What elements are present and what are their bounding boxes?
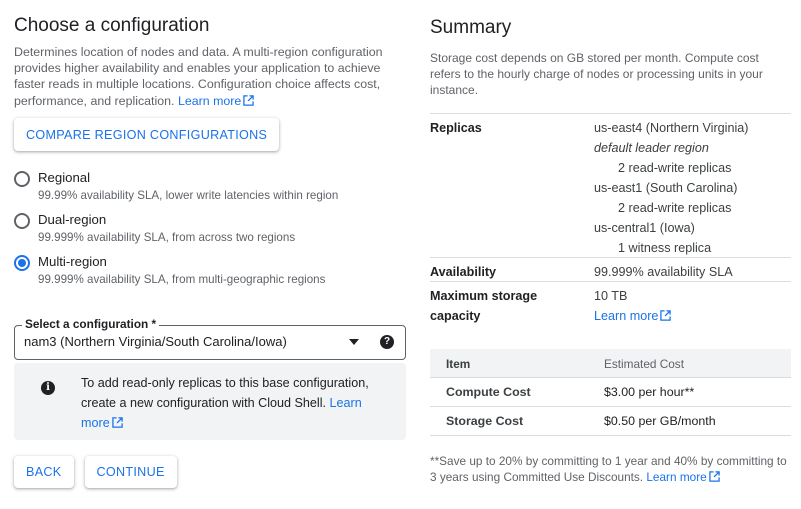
row-cost: $0.50 per GB/month bbox=[604, 414, 716, 428]
radio-sublabel: 99.999% availability SLA, from across tw… bbox=[38, 231, 296, 244]
replica-count: 2 read-write replicas bbox=[618, 161, 732, 175]
radio-regional[interactable] bbox=[14, 171, 30, 187]
radio-dual-region[interactable] bbox=[14, 213, 30, 229]
configuration-description: Determines location of nodes and data. A… bbox=[14, 45, 383, 108]
cost-footnote: **Save up to 20% by committing to 1 year… bbox=[430, 454, 787, 484]
external-link-icon bbox=[708, 471, 720, 482]
radio-label: Regional bbox=[38, 170, 91, 185]
summary-description: Storage cost depends on GB stored per mo… bbox=[430, 51, 763, 97]
back-button[interactable]: BACK bbox=[14, 456, 74, 488]
radio-sublabel: 99.999% availability SLA, from multi-geo… bbox=[38, 273, 326, 286]
continue-button[interactable]: CONTINUE bbox=[84, 456, 177, 488]
availability-row: Availability 99.999% availability SLA bbox=[430, 257, 791, 281]
info-banner: i To add read-only replicas to this base… bbox=[14, 363, 406, 440]
radio-label: Dual-region bbox=[38, 212, 107, 227]
cost-table: Item Estimated Cost Compute Cost $3.00 p… bbox=[430, 349, 791, 436]
replica-region: us-central1 (Iowa) bbox=[594, 221, 695, 235]
select-value[interactable]: nam3 (Northern Virginia/South Carolina/I… bbox=[24, 333, 287, 350]
radio-option-dual-region[interactable]: Dual-region 99.999% availability SLA, fr… bbox=[14, 211, 406, 253]
replicas-value: us-east4 (Northern Virginia) default lea… bbox=[594, 118, 748, 258]
leader-note: default leader region bbox=[594, 141, 709, 155]
table-row: Storage Cost $0.50 per GB/month bbox=[430, 407, 791, 436]
storage-value: 10 TB Learn more bbox=[594, 286, 672, 326]
availability-value: 99.999% availability SLA bbox=[594, 265, 733, 279]
radio-label: Multi-region bbox=[38, 254, 107, 269]
external-link-icon bbox=[243, 94, 255, 106]
table-row: Compute Cost $3.00 per hour** bbox=[430, 378, 791, 407]
summary-panel: Summary Storage cost depends on GB store… bbox=[430, 16, 791, 484]
learn-more-link[interactable]: Learn more bbox=[178, 94, 255, 108]
replica-region: us-east1 (South Carolina) bbox=[594, 181, 738, 195]
help-icon[interactable]: ? bbox=[380, 335, 394, 349]
footnote-learn-more-link[interactable]: Learn more bbox=[646, 470, 720, 484]
external-link-icon bbox=[660, 310, 672, 321]
info-text: To add read-only replicas to this base c… bbox=[81, 376, 369, 430]
availability-key: Availability bbox=[430, 265, 497, 279]
replicas-row: Replicas us-east4 (Northern Virginia) de… bbox=[430, 113, 791, 268]
replica-count: 1 witness replica bbox=[618, 241, 712, 255]
replicas-key: Replicas bbox=[430, 121, 482, 135]
page-title: Choose a configuration bbox=[14, 15, 210, 36]
external-link-icon bbox=[111, 417, 123, 428]
row-item: Compute Cost bbox=[446, 385, 531, 399]
replica-region: us-east4 (Northern Virginia) bbox=[594, 121, 749, 135]
summary-title: Summary bbox=[430, 17, 512, 38]
configuration-select[interactable]: Select a configuration * nam3 (Northern … bbox=[14, 317, 406, 360]
radio-sublabel: 99.99% availability SLA, lower write lat… bbox=[38, 189, 339, 202]
action-buttons: BACK CONTINUE bbox=[14, 456, 177, 488]
row-cost: $3.00 per hour** bbox=[604, 385, 695, 399]
storage-learn-more-link[interactable]: Learn more bbox=[594, 309, 672, 323]
radio-option-regional[interactable]: Regional 99.99% availability SLA, lower … bbox=[14, 169, 406, 211]
replica-count: 2 read-write replicas bbox=[618, 201, 732, 215]
dropdown-arrow-icon[interactable] bbox=[349, 339, 359, 345]
header-estimated-cost: Estimated Cost bbox=[604, 357, 684, 371]
radio-multi-region[interactable] bbox=[14, 255, 30, 271]
row-item: Storage Cost bbox=[446, 414, 524, 428]
compare-region-configurations-button[interactable]: COMPARE REGION CONFIGURATIONS bbox=[14, 118, 280, 151]
storage-row: Maximum storage capacity 10 TB Learn mor… bbox=[430, 281, 791, 325]
select-label: Select a configuration * bbox=[22, 317, 160, 331]
storage-key: Maximum storage capacity bbox=[430, 289, 538, 323]
configuration-radio-group: Regional 99.99% availability SLA, lower … bbox=[14, 169, 406, 295]
configuration-panel: Choose a configuration Determines locati… bbox=[14, 14, 406, 488]
table-header: Item Estimated Cost bbox=[430, 349, 791, 378]
header-item: Item bbox=[446, 357, 471, 371]
info-icon: i bbox=[41, 381, 55, 395]
radio-option-multi-region[interactable]: Multi-region 99.999% availability SLA, f… bbox=[14, 253, 406, 295]
